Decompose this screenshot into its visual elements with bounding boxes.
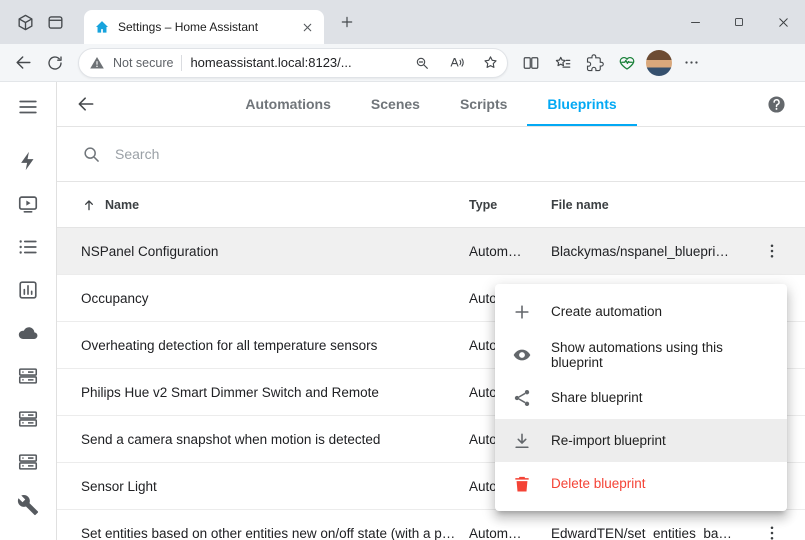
row-name: Set entities based on other entities new…: [81, 526, 469, 540]
column-header-file-name[interactable]: File name: [551, 198, 746, 212]
tab-blueprints[interactable]: Blueprints: [527, 82, 636, 126]
menu-item-label: Show automations using this blueprint: [551, 340, 771, 370]
home-assistant-favicon: [94, 19, 110, 35]
read-aloud-icon[interactable]: [443, 50, 469, 76]
row-name: Sensor Light: [81, 479, 469, 494]
menu-item-create-automation[interactable]: Create automation: [495, 290, 787, 333]
browser-tab-strip: Settings – Home Assistant: [0, 0, 805, 44]
table-header: Name Type File name: [57, 182, 805, 228]
sidebar-tools-icon[interactable]: [15, 492, 41, 518]
profile-avatar[interactable]: [646, 50, 672, 76]
row-file: Blackymas/nspanel_blueprin…: [551, 244, 746, 259]
split-screen-icon[interactable]: [516, 48, 546, 78]
browser-toolbar: Not secure homeassistant.local:8123/...: [0, 44, 805, 82]
tab-scripts[interactable]: Scripts: [440, 82, 527, 126]
search-input[interactable]: [115, 146, 781, 162]
url-text: homeassistant.local:8123/...: [190, 55, 401, 70]
sidebar-energy-icon[interactable]: [15, 148, 41, 174]
window-controls: [673, 0, 805, 44]
settings-more-icon[interactable]: [676, 48, 706, 78]
menu-item-show-automations[interactable]: Show automations using this blueprint: [495, 333, 787, 376]
address-divider: [181, 55, 182, 71]
eye-icon: [511, 344, 533, 366]
browser-essentials-icon[interactable]: [612, 48, 642, 78]
row-type: Autom…: [469, 244, 551, 259]
tab-label: Automations: [245, 96, 331, 112]
row-name: Overheating detection for all temperatur…: [81, 338, 469, 353]
blueprint-context-menu: Create automation Show automations using…: [495, 284, 787, 511]
row-type: Autom…: [469, 526, 551, 540]
row-kebab-menu-icon[interactable]: [755, 516, 789, 540]
row-file: EdwardTEN/set_entities_bas…: [551, 526, 746, 540]
help-icon[interactable]: [763, 91, 789, 117]
menu-item-share-blueprint[interactable]: Share blueprint: [495, 376, 787, 419]
sidebar-cloud-icon[interactable]: [15, 320, 41, 346]
menu-item-delete-blueprint[interactable]: Delete blueprint: [495, 462, 787, 505]
search-bar: [57, 127, 805, 182]
zoom-out-icon[interactable]: [409, 50, 435, 76]
window-maximize-icon[interactable]: [717, 0, 761, 44]
sidebar-server-icon-3[interactable]: [15, 449, 41, 475]
not-secure-warning-icon: [89, 55, 105, 71]
tab-actions-icon[interactable]: [40, 7, 70, 37]
new-tab-icon[interactable]: [332, 7, 362, 37]
share-icon: [511, 387, 533, 409]
sidebar-server-icon-1[interactable]: [15, 363, 41, 389]
ha-sidebar: [0, 82, 57, 540]
menu-item-label: Delete blueprint: [551, 476, 646, 491]
sidebar-history-icon[interactable]: [15, 277, 41, 303]
sidebar-logbook-icon[interactable]: [15, 234, 41, 260]
sidebar-server-icon-2[interactable]: [15, 406, 41, 432]
menu-item-label: Create automation: [551, 304, 662, 319]
favorite-star-icon[interactable]: [477, 50, 503, 76]
menu-item-reimport-blueprint[interactable]: Re-import blueprint: [495, 419, 787, 462]
refresh-icon[interactable]: [40, 48, 70, 78]
plus-icon: [511, 301, 533, 323]
download-icon: [511, 430, 533, 452]
security-label: Not secure: [113, 56, 173, 70]
tab-label: Scripts: [460, 96, 507, 112]
ha-header: Automations Scenes Scripts Blueprints: [57, 82, 805, 127]
tab-close-icon[interactable]: [296, 16, 318, 38]
sidebar-media-icon[interactable]: [15, 191, 41, 217]
workspaces-icon[interactable]: [10, 7, 40, 37]
tab-label: Scenes: [371, 96, 420, 112]
tab-automations[interactable]: Automations: [225, 82, 351, 126]
address-bar[interactable]: Not secure homeassistant.local:8123/...: [78, 48, 508, 78]
extensions-icon[interactable]: [580, 48, 610, 78]
search-icon: [81, 144, 101, 164]
sidebar-icon-list: [15, 148, 41, 518]
column-header-name[interactable]: Name: [81, 197, 469, 213]
menu-item-label: Re-import blueprint: [551, 433, 666, 448]
row-name: Send a camera snapshot when motion is de…: [81, 432, 469, 447]
column-label: Name: [105, 198, 139, 212]
menu-item-label: Share blueprint: [551, 390, 643, 405]
sort-ascending-icon: [81, 197, 97, 213]
tab-scenes[interactable]: Scenes: [351, 82, 440, 126]
ha-tab-bar: Automations Scenes Scripts Blueprints: [57, 82, 805, 126]
tab-title: Settings – Home Assistant: [118, 20, 288, 34]
table-row-nspanel[interactable]: NSPanel Configuration Autom… Blackymas/n…: [57, 228, 805, 275]
table-row-set-entities[interactable]: Set entities based on other entities new…: [57, 510, 805, 540]
row-kebab-menu-icon[interactable]: [755, 234, 789, 268]
back-icon[interactable]: [8, 48, 38, 78]
hamburger-menu-icon[interactable]: [15, 94, 41, 120]
tab-label: Blueprints: [547, 96, 616, 112]
row-name: NSPanel Configuration: [81, 244, 469, 259]
trash-icon: [511, 473, 533, 495]
column-header-type[interactable]: Type: [469, 198, 551, 212]
window-minimize-icon[interactable]: [673, 0, 717, 44]
favorites-hub-icon[interactable]: [548, 48, 578, 78]
window-close-icon[interactable]: [761, 0, 805, 44]
browser-window: Settings – Home Assistant: [0, 0, 805, 540]
browser-tab[interactable]: Settings – Home Assistant: [84, 10, 324, 44]
row-name: Philips Hue v2 Smart Dimmer Switch and R…: [81, 385, 469, 400]
row-name: Occupancy: [81, 291, 469, 306]
